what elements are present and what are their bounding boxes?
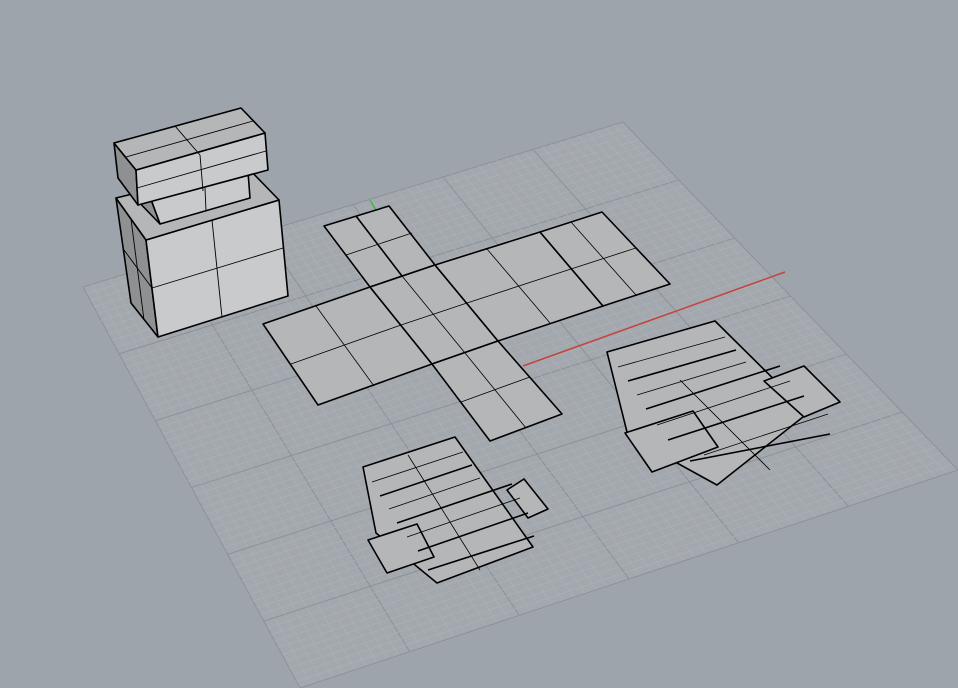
perspective-viewport[interactable] — [0, 0, 958, 688]
viewport-canvas[interactable] — [0, 0, 958, 688]
